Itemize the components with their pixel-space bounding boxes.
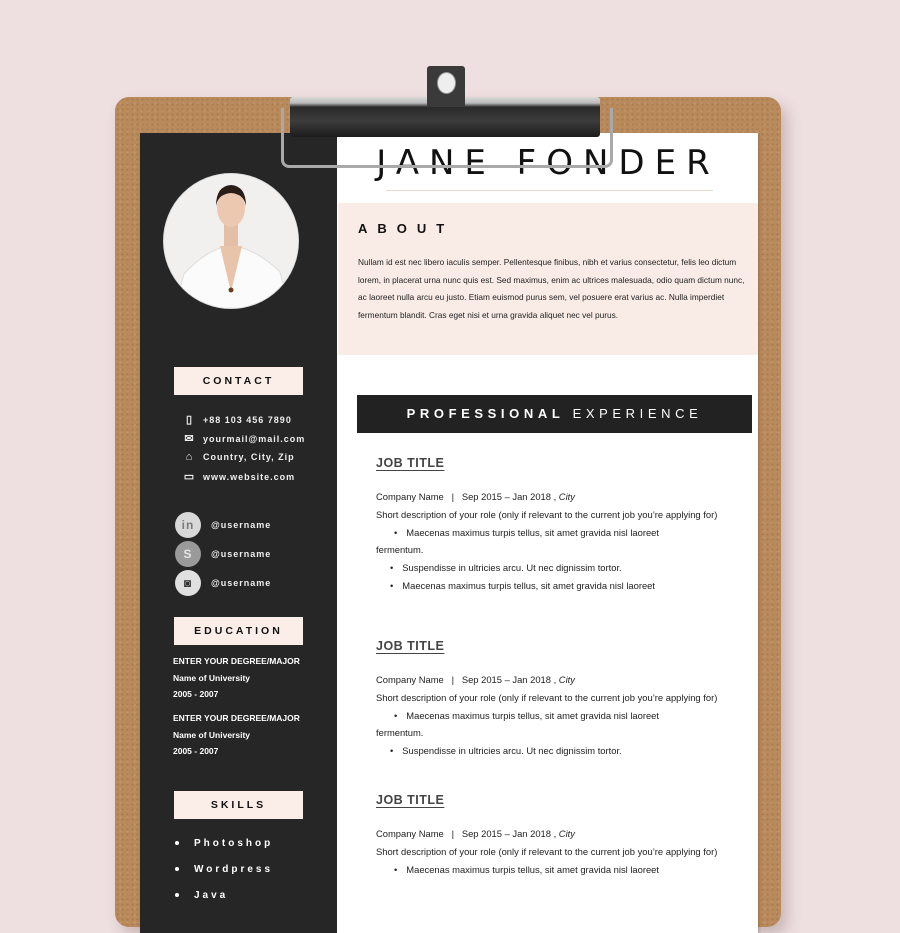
experience-heading-light: EXPERIENCE [572,406,703,421]
clipboard-clip-wire [281,108,613,168]
about-heading: ABOUT [358,221,455,236]
job-meta: Company Name | Sep 2015 – Jan 2018 , Cit… [376,491,575,502]
job-description: Short description of your role (only if … [376,508,718,520]
job-title: JOB TITLE [376,639,445,653]
university: Name of University [173,672,250,683]
instagram-handle: @username [211,578,272,588]
clipboard-hanger-tab [427,66,465,106]
job-dates: Sep 2015 – Jan 2018 , [461,491,557,502]
hanger-hole-icon [437,72,456,94]
job-bullet: Suspendisse in ultricies arcu. Ut nec di… [376,742,746,760]
company-name: Company Name [376,828,444,839]
linkedin-handle: @username [211,520,272,530]
contact-address: ⌂ Country, City, Zip [183,451,295,463]
university: Name of University [173,729,250,740]
bullet-icon [175,867,179,872]
portrait-image [164,174,298,308]
experience-heading-bold: PROFESSIONAL [406,406,565,421]
company-name: Company Name [376,674,444,685]
social-linkedin: in @username [175,512,271,538]
contact-website: ▭ www.website.com [183,470,295,483]
job-dates: Sep 2015 – Jan 2018 , [461,674,557,685]
degree: ENTER YOUR DEGREE/MAJOR [173,713,300,723]
job-description: Short description of your role (only if … [376,845,718,857]
job-city: City [558,491,575,502]
skill-item: Wordpress [175,864,273,875]
social-skype: S @username [175,541,271,567]
job-title: JOB TITLE [376,456,445,470]
company-name: Company Name [376,491,444,502]
about-text: Nullam id est nec libero iaculis semper.… [358,257,745,320]
education-entry: ENTER YOUR DEGREE/MAJOR Name of Universi… [173,653,300,703]
job-bullet: Maecenas maximus turpis tellus, sit amet… [376,524,746,542]
social-instagram: ◙ @username [175,570,271,596]
skype-icon: S [175,541,201,567]
address-text: Country, City, Zip [203,452,295,462]
home-icon: ⌂ [185,451,194,463]
job-bullet: Maecenas maximus turpis tellus, sit amet… [376,861,746,879]
job-meta: Company Name | Sep 2015 – Jan 2018 , Cit… [376,674,575,685]
job-city: City [558,674,575,685]
about-section: ABOUT Nullam id est nec libero iaculis s… [338,203,758,355]
years: 2005 - 2007 [173,746,219,756]
email-text: yourmail@mail.com [203,433,306,444]
bullet-icon [175,841,179,846]
job-entry: JOB TITLE Company Name | Sep 2015 – Jan … [376,637,746,760]
degree: ENTER YOUR DEGREE/MAJOR [173,656,300,666]
bullet-icon [175,893,179,898]
job-bullet: Maecenas maximus turpis tellus, sit amet… [376,707,746,725]
linkedin-icon: in [175,512,201,538]
phone-text: +88 103 456 7890 [203,414,292,425]
experience-heading: PROFESSIONAL EXPERIENCE [357,395,752,433]
mail-icon: ✉ [184,433,195,445]
job-title: JOB TITLE [376,793,445,807]
profile-photo [163,173,299,309]
phone-icon: ▯ [185,414,194,426]
education-heading: EDUCATION [174,617,303,645]
contact-heading: CONTACT [174,367,303,395]
website-text: www.website.com [203,471,296,482]
job-entry: JOB TITLE Company Name | Sep 2015 – Jan … [376,454,746,595]
skill-label: Java [194,890,229,901]
job-bullet-continued: fermentum. [376,727,424,739]
job-bullet-continued: fermentum. [376,544,424,556]
skills-heading: SKILLS [174,791,303,819]
name-divider [386,190,713,191]
job-entry: JOB TITLE Company Name | Sep 2015 – Jan … [376,791,746,878]
contact-email: ✉ yourmail@mail.com [183,432,305,445]
job-description: Short description of your role (only if … [376,691,718,703]
skill-label: Photoshop [194,838,274,849]
skill-item: Photoshop [175,838,273,849]
job-bullet: Maecenas maximus turpis tellus, sit amet… [376,577,746,595]
monitor-icon: ▭ [183,471,196,483]
job-city: City [558,828,575,839]
skill-item: Java [175,890,228,901]
job-dates: Sep 2015 – Jan 2018 , [461,828,557,839]
instagram-icon: ◙ [175,570,201,596]
contact-phone: ▯ +88 103 456 7890 [183,413,292,426]
job-meta: Company Name | Sep 2015 – Jan 2018 , Cit… [376,828,575,839]
years: 2005 - 2007 [173,689,219,699]
job-bullet: Suspendisse in ultricies arcu. Ut nec di… [376,559,746,577]
skill-label: Wordpress [194,864,274,875]
education-entry: ENTER YOUR DEGREE/MAJOR Name of Universi… [173,710,300,760]
skype-handle: @username [211,549,272,559]
